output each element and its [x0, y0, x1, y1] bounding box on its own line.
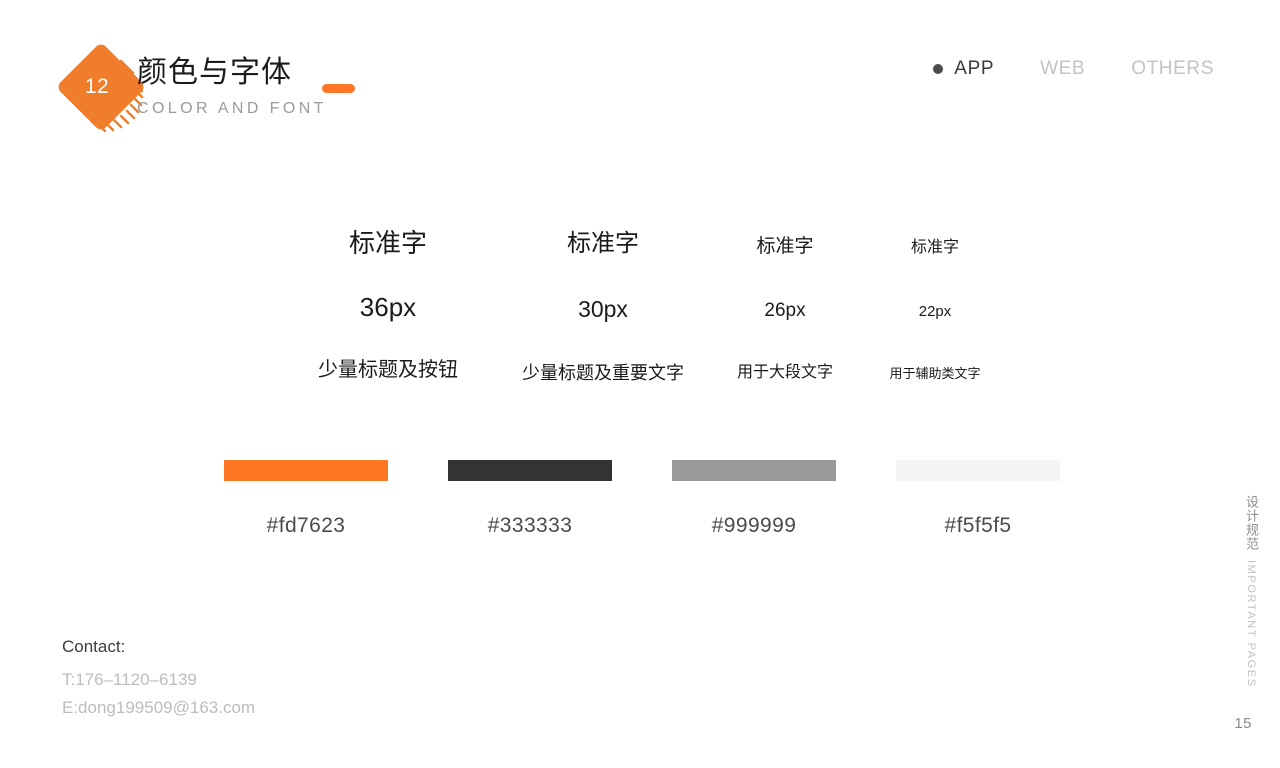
swatch-bar: [896, 460, 1060, 481]
specimen-size-label: 26px: [764, 300, 806, 321]
font-specimen-column-26: 标准字 26px 用于大段文字: [720, 218, 850, 381]
top-navigation[interactable]: APP WEB OTHERS: [933, 58, 1214, 80]
side-label-en: IMPORTANT PAGES: [1245, 560, 1257, 688]
color-palette: #fd7623 #333333 #999999 #f5f5f5: [224, 460, 1064, 550]
specimen-sample-text: 标准字: [567, 230, 639, 257]
swatch-bar: [448, 460, 612, 481]
specimen-usage-label: 少量标题及按钮: [318, 359, 458, 381]
contact-email[interactable]: E:dong199509@163.com: [62, 694, 255, 722]
side-section-label: 设计规范 IMPORTANT PAGES: [1236, 495, 1266, 688]
specimen-size-label: 36px: [359, 292, 417, 322]
swatch-hex-label: #fd7623: [266, 514, 346, 537]
specimen-usage-label: 少量标题及重要文字: [522, 363, 684, 383]
side-label-cn: 设计规范: [1244, 495, 1259, 551]
swatch-hex-label: #999999: [711, 514, 797, 537]
page-title-en: COLOR AND FONT: [137, 100, 327, 117]
nav-item-others-label: OTHERS: [1131, 58, 1214, 79]
swatch-bar: [224, 460, 388, 481]
contact-block: Contact: T:176–1120–6139 E:dong199509@16…: [62, 634, 255, 722]
page-number: 15: [1234, 715, 1252, 732]
page-header: 12 颜色与字体 COLOR AND FONT APP WEB OTHERS: [0, 0, 1280, 150]
specimen-usage-label: 用于辅助类文字: [889, 366, 981, 381]
title-accent-bar: [322, 84, 355, 93]
nav-item-web-label: WEB: [1040, 58, 1086, 79]
nav-item-web[interactable]: WEB: [1040, 58, 1085, 80]
specimen-sample-text: 标准字: [348, 228, 427, 258]
nav-item-app[interactable]: APP: [933, 58, 994, 80]
specimen-sample-text: 标准字: [756, 236, 814, 257]
active-dot-icon: [933, 64, 944, 74]
page-title-cn: 颜色与字体: [137, 56, 292, 89]
contact-phone: T:176–1120–6139: [62, 670, 197, 689]
specimen-usage-label: 用于大段文字: [736, 364, 833, 381]
swatch-bar: [672, 460, 836, 481]
swatch-hex-label: #f5f5f5: [944, 514, 1012, 537]
font-specimen-column-36: 标准字 36px 少量标题及按钮: [300, 218, 476, 380]
specimen-size-label: 22px: [918, 303, 952, 320]
color-swatch-light-gray: #f5f5f5: [896, 460, 1060, 538]
font-specimen-column-22: 标准字 22px 用于辅助类文字: [870, 218, 1000, 381]
font-specimen-column-30: 标准字 30px 少量标题及重要文字: [515, 218, 691, 383]
color-swatch-mid-gray: #999999: [672, 460, 836, 538]
swatch-hex-label: #333333: [487, 514, 573, 537]
color-swatch-primary: #fd7623: [224, 460, 388, 538]
color-swatch-dark: #333333: [448, 460, 612, 538]
specimen-size-label: 30px: [578, 296, 628, 322]
nav-item-app-label: APP: [954, 58, 995, 79]
contact-title: Contact:: [62, 637, 126, 656]
specimen-sample-text: 标准字: [910, 239, 959, 256]
logo-block: 12 颜色与字体 COLOR AND FONT: [48, 34, 355, 140]
page-title: 颜色与字体 COLOR AND FONT: [137, 55, 355, 120]
font-specimen-grid: 标准字 36px 少量标题及按钮 标准字 30px 少量标题及重要文字 标准字 …: [300, 218, 1000, 398]
nav-item-others[interactable]: OTHERS: [1131, 58, 1214, 80]
